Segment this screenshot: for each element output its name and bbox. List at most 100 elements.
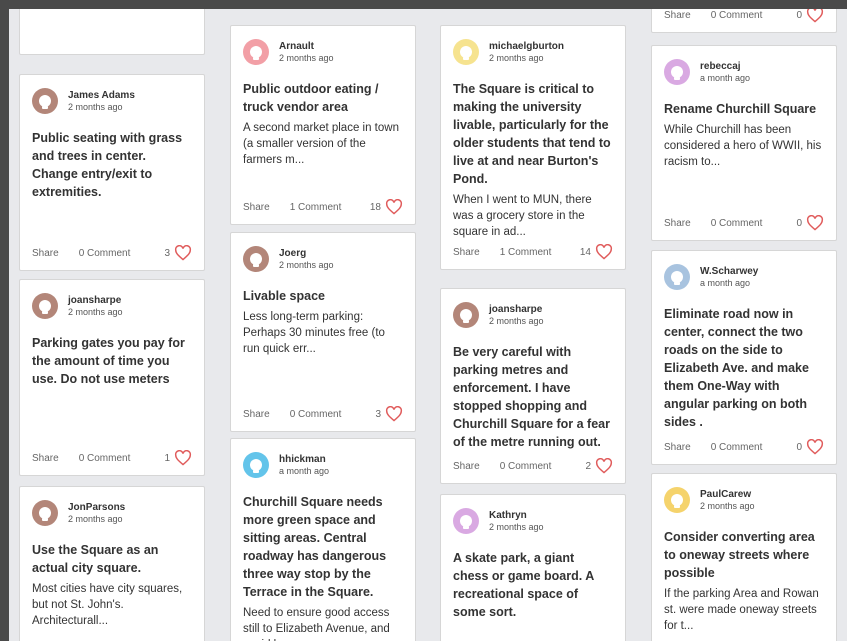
like-count: 1 [164,452,170,464]
heart-icon[interactable] [806,215,824,231]
heart-icon[interactable] [385,199,403,215]
idea-title[interactable]: Livable space [243,287,403,305]
like-count: 0 [796,441,802,453]
like-count: 2 [585,460,591,472]
idea-card[interactable]: Arnault 2 months ago Public outdoor eatin… [230,25,416,225]
comment-link[interactable]: 0 Comment [711,10,763,21]
idea-card[interactable]: Joerg 2 months ago Livable space Less lon… [230,232,416,432]
idea-title[interactable]: Be very careful with parking metres and … [453,343,613,451]
idea-title[interactable]: Public seating with grass and trees in c… [32,129,192,201]
idea-title[interactable]: Parking gates you pay for the amount of … [32,334,192,388]
comment-link[interactable]: 0 Comment [500,461,552,472]
author-name[interactable]: hhickman [279,454,329,465]
comment-link[interactable]: 0 Comment [290,409,342,420]
idea-card[interactable]: Kathryn 2 months ago A skate park, a gian… [440,494,626,641]
avatar [664,264,690,290]
avatar [243,39,269,65]
idea-card[interactable]: W.Scharwey a month ago Eliminate road now… [651,250,837,465]
heart-icon[interactable] [595,458,613,474]
idea-card-partial[interactable]: Share 0 Comment 0 [651,7,837,33]
idea-title[interactable]: Eliminate road now in center, connect th… [664,305,824,431]
avatar [243,452,269,478]
idea-excerpt: A second market place in town (a smaller… [243,122,399,166]
like-count: 3 [164,247,170,259]
heart-icon[interactable] [174,245,192,261]
lightbulb-icon [250,46,262,60]
comment-link[interactable]: 1 Comment [500,247,552,258]
share-button[interactable]: Share [32,248,59,259]
avatar [32,293,58,319]
heart-icon[interactable] [806,439,824,455]
heart-icon[interactable] [174,450,192,466]
idea-excerpt: Need to ensure good access still to Eliz… [243,607,390,641]
post-time: 2 months ago [489,316,544,326]
idea-card[interactable]: hhickman a month ago Churchill Square nee… [230,438,416,641]
idea-title[interactable]: A skate park, a giant chess or game boar… [453,549,613,621]
comment-link[interactable]: 0 Comment [79,248,131,259]
author-name[interactable]: Joerg [279,248,334,259]
avatar [32,88,58,114]
author-name[interactable]: W.Scharwey [700,266,758,277]
share-button[interactable]: Share [243,409,270,420]
ideas-board: James Adams 2 months ago Public seating w… [0,0,847,641]
author-name[interactable]: joansharpe [489,304,544,315]
idea-title[interactable]: The Square is critical to making the uni… [453,80,613,188]
post-time: a month ago [279,466,330,476]
idea-title[interactable]: Churchill Square needs more green space … [243,493,403,601]
idea-card[interactable]: joansharpe 2 months ago Parking gates you… [19,279,205,476]
author-name[interactable]: Kathryn [489,510,544,521]
post-time: 2 months ago [489,53,544,63]
avatar [453,302,479,328]
author-name[interactable]: JonParsons [68,502,125,513]
lightbulb-icon [39,300,51,314]
idea-excerpt: Most cities have city squares, but not S… [32,583,183,627]
post-time: 2 months ago [489,522,544,532]
author-name[interactable]: PaulCarew [700,489,755,500]
heart-icon[interactable] [385,406,403,422]
share-button[interactable]: Share [243,202,270,213]
avatar [453,39,479,65]
post-time: a month ago [700,73,751,83]
lightbulb-icon [460,515,472,529]
like-count: 0 [796,9,802,21]
idea-title[interactable]: Public outdoor eating / truck vendor are… [243,80,403,116]
idea-title[interactable]: Consider converting area to oneway stree… [664,528,824,582]
lightbulb-icon [250,253,262,267]
idea-card[interactable]: PaulCarew 2 months ago Consider convertin… [651,473,837,641]
idea-card[interactable]: joansharpe 2 months ago Be very careful w… [440,288,626,484]
author-name[interactable]: rebeccaj [700,61,750,72]
share-button[interactable]: Share [664,442,691,453]
comment-link[interactable]: 0 Comment [79,453,131,464]
post-time: a month ago [700,278,751,288]
idea-card[interactable]: JonParsons 2 months ago Use the Square as… [19,486,205,641]
heart-icon[interactable] [595,244,613,260]
avatar [664,59,690,85]
comment-link[interactable]: 1 Comment [290,202,342,213]
share-button[interactable]: Share [453,247,480,258]
heart-icon[interactable] [806,7,824,23]
share-button[interactable]: Share [32,453,59,464]
comment-link[interactable]: 0 Comment [711,442,763,453]
share-button[interactable]: Share [664,218,691,229]
lightbulb-icon [39,507,51,521]
idea-card[interactable]: michaelgburton 2 months ago The Square is… [440,25,626,270]
lightbulb-icon [671,494,683,508]
lightbulb-icon [460,309,472,323]
idea-excerpt: If the parking Area and Rowan st. were m… [664,588,819,632]
idea-title[interactable]: Use the Square as an actual city square. [32,541,192,577]
avatar [32,500,58,526]
idea-card[interactable]: James Adams 2 months ago Public seating w… [19,74,205,271]
author-name[interactable]: joansharpe [68,295,123,306]
like-count: 0 [796,217,802,229]
author-name[interactable]: michaelgburton [489,41,564,52]
author-name[interactable]: James Adams [68,90,135,101]
idea-title[interactable]: Rename Churchill Square [664,100,824,118]
share-button[interactable]: Share [664,10,691,21]
idea-card-partial[interactable] [19,9,205,55]
lightbulb-icon [671,271,683,285]
comment-link[interactable]: 0 Comment [711,218,763,229]
author-name[interactable]: Arnault [279,41,334,52]
post-time: 2 months ago [279,260,334,270]
idea-card[interactable]: rebeccaj a month ago Rename Churchill Squ… [651,45,837,241]
share-button[interactable]: Share [453,461,480,472]
